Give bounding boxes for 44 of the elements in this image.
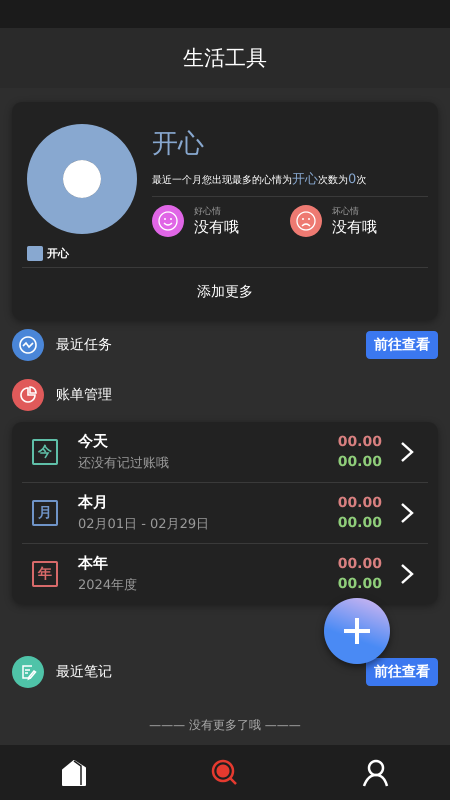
income-amount: 00.00 [338, 454, 382, 470]
expense-amount: 00.00 [338, 495, 382, 511]
bill-row[interactable]: 年 本年 2024年度 00.00 00.00 [22, 544, 428, 604]
person-icon [360, 758, 390, 788]
income-amount: 00.00 [338, 576, 382, 592]
stat-label: 好心情 [194, 206, 222, 218]
bill-title: 今天 [78, 432, 109, 451]
sad-face-icon [290, 205, 322, 237]
section-title: 最近任务 [56, 336, 113, 354]
stat-value: 没有哦 [332, 218, 377, 237]
stat-label: 坏心情 [332, 206, 360, 218]
chevron-right-icon [400, 441, 414, 463]
period-badge: 年 [32, 561, 58, 587]
bill-title: 本年 [78, 554, 109, 573]
expense-amount: 00.00 [338, 556, 382, 572]
period-badge: 今 [32, 439, 58, 465]
chevron-right-icon [400, 502, 414, 524]
bill-row[interactable]: 今 今天 还没有记过账哦 00.00 00.00 [22, 422, 428, 483]
legend-label: 开心 [47, 246, 69, 261]
note-icon [12, 656, 44, 688]
mood-summary: 最近一个月您出现最多的心情为开心次数为0次 [152, 162, 428, 197]
end-of-list-text: ——— 没有更多了哦 ——— [149, 718, 301, 732]
view-button[interactable]: 前往查看 [366, 658, 438, 686]
view-button[interactable]: 前往查看 [366, 331, 438, 359]
section-title: 账单管理 [56, 386, 113, 404]
income-amount: 00.00 [338, 515, 382, 531]
pulse-icon [12, 329, 44, 361]
stat-value: 没有哦 [194, 218, 239, 237]
period-badge: 月 [32, 500, 58, 526]
bill-subtitle: 还没有记过账哦 [78, 455, 170, 472]
legend-swatch [27, 246, 43, 261]
smiley-face-icon [152, 205, 184, 237]
plus-icon [342, 616, 372, 646]
mood-title: 开心 [152, 128, 205, 161]
section-title: 最近笔记 [56, 663, 113, 681]
bill-row[interactable]: 月 本月 02月01日 - 02月29日 00.00 00.00 [22, 483, 428, 544]
bill-title: 本月 [78, 493, 109, 512]
bill-subtitle: 2024年度 [78, 577, 138, 594]
chevron-right-icon [400, 563, 414, 585]
pie-icon [12, 379, 44, 411]
page-title: 生活工具 [183, 45, 267, 72]
add-more-button[interactable]: 添加更多 [22, 268, 428, 316]
bill-subtitle: 02月01日 - 02月29日 [78, 516, 210, 533]
expense-amount: 00.00 [338, 434, 382, 450]
